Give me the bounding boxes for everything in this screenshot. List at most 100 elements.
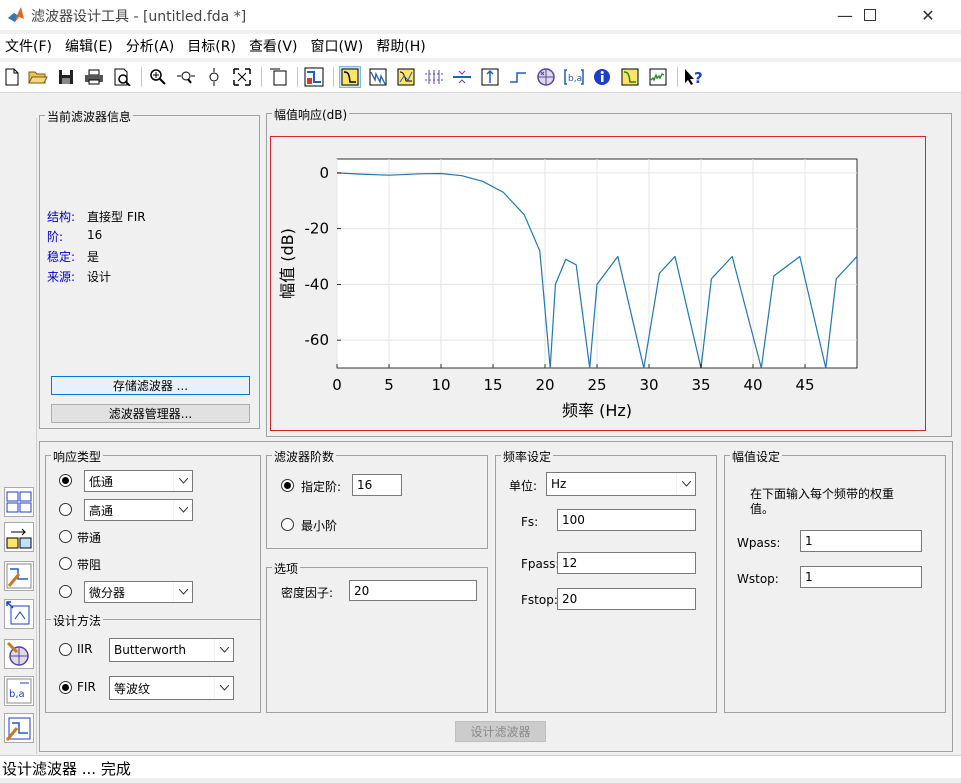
pole-zero-button[interactable]	[535, 66, 557, 88]
fir-label: FIR	[77, 680, 96, 694]
menu-help[interactable]: 帮助(H)	[371, 36, 433, 56]
iir-radio[interactable]	[59, 643, 72, 656]
order-value: 16	[87, 228, 103, 242]
sidebar-transform-button[interactable]	[4, 487, 34, 517]
iir-method-select[interactable]: Butterworth	[109, 638, 234, 662]
iir-label: IIR	[77, 642, 93, 656]
pole-zero-editor-icon	[6, 641, 29, 666]
noise-psd-button[interactable]	[647, 66, 669, 88]
lowpass-select[interactable]: 低通	[84, 470, 193, 492]
menu-analysis[interactable]: 分析(A)	[121, 36, 183, 56]
chevron-down-icon	[173, 500, 192, 520]
specify-order-label: 指定阶:	[301, 480, 342, 494]
filter-spec-icon	[304, 67, 324, 87]
menu-view[interactable]: 查看(V)	[244, 36, 306, 56]
minimum-order-radio[interactable]	[281, 518, 294, 531]
open-button[interactable]	[27, 66, 49, 88]
lowpass-radio[interactable]	[59, 474, 72, 487]
design-filter-button[interactable]: 设计滤波器	[455, 721, 546, 742]
fs-input[interactable]: 100	[557, 509, 696, 531]
fir-method-value: 等波纹	[114, 681, 151, 696]
menu-edit[interactable]: 编辑(E)	[60, 36, 121, 56]
zoom-y-icon	[209, 68, 219, 86]
menu-window[interactable]: 窗口(W)	[305, 36, 371, 56]
filter-spec-button[interactable]	[303, 66, 325, 88]
group-delay-button[interactable]	[423, 66, 445, 88]
coefficients-button[interactable]: b,a	[563, 66, 585, 88]
density-factor-input[interactable]: 20	[349, 580, 477, 601]
chevron-down-icon	[214, 639, 233, 661]
new-button[interactable]	[1, 66, 23, 88]
fstop-input[interactable]: 20	[557, 588, 696, 610]
fir-method-select[interactable]: 等波纹	[109, 676, 234, 700]
differentiator-select[interactable]: 微分器	[84, 581, 193, 603]
differentiator-radio[interactable]	[59, 585, 72, 598]
magnitude-icon	[341, 68, 359, 86]
x-tick-label: 15	[483, 376, 502, 394]
filter-info-panel: 当前滤波器信息 结构: 直接型 FIR 阶: 16 稳定: 是 来源: 设计 存…	[39, 108, 260, 429]
fpass-label: Fpass:	[521, 557, 560, 571]
bandstop-radio[interactable]	[59, 557, 72, 570]
magnitude-spec-title: 幅值设定	[730, 448, 783, 465]
step-icon	[510, 72, 526, 83]
phase-icon	[369, 68, 387, 86]
sidebar-structure-button[interactable]	[4, 522, 34, 552]
highpass-radio[interactable]	[59, 503, 72, 516]
whats-this-button[interactable]: ?	[683, 66, 705, 88]
matlab-app-icon	[7, 6, 25, 24]
design-method-title: 设计方法	[51, 612, 104, 629]
print-preview-button[interactable]	[111, 66, 133, 88]
wstop-label: Wstop:	[737, 572, 779, 586]
sidebar-multirate-button[interactable]: b,a	[4, 676, 34, 706]
options-panel: 选项 密度因子: 20	[266, 560, 488, 713]
svg-text:?: ?	[694, 69, 703, 87]
sidebar-import-button[interactable]	[4, 599, 34, 629]
title-bar: 滤波器设计工具 - [untitled.fda *] — ✕	[0, 0, 961, 30]
order-input[interactable]: 16	[352, 474, 402, 496]
fstop-label: Fstop:	[521, 593, 558, 607]
maximize-button[interactable]	[847, 0, 893, 30]
structure-value: 直接型 FIR	[87, 210, 146, 224]
chevron-down-icon	[676, 473, 695, 495]
fpass-input[interactable]: 12	[557, 552, 696, 574]
wstop-input[interactable]: 1	[800, 566, 922, 588]
bandpass-radio[interactable]	[59, 530, 72, 543]
impulse-icon	[481, 68, 499, 86]
highpass-select[interactable]: 高通	[84, 499, 193, 521]
design-method-panel: 设计方法 IIR Butterworth FIR 等波纹	[45, 612, 261, 713]
menu-file[interactable]: 文件(F)	[0, 36, 60, 56]
phase-button[interactable]	[367, 66, 389, 88]
window-title: 滤波器设计工具 - [untitled.fda *]	[31, 9, 247, 25]
zoom-y-button[interactable]	[203, 66, 225, 88]
full-view-button[interactable]	[231, 66, 253, 88]
step-button[interactable]	[507, 66, 529, 88]
menu-targets[interactable]: 目标(R)	[182, 36, 244, 56]
specify-order-radio[interactable]	[281, 479, 294, 492]
magnitude-button[interactable]	[339, 66, 361, 88]
filter-manager-button[interactable]: 滤波器管理器...	[51, 404, 250, 423]
impulse-button[interactable]	[479, 66, 501, 88]
sidebar-design-button[interactable]	[4, 561, 34, 591]
zoom-in-icon	[150, 69, 166, 85]
realize-model-icon	[6, 717, 31, 741]
plot-highlight-frame: 0 5 10 15 20 25 30 35 40 45 0 -20 -40 -60 频率 (Hz) 幅值 …	[270, 136, 926, 431]
print-button[interactable]	[83, 66, 105, 88]
zoom-in-button[interactable]	[147, 66, 169, 88]
wpass-label: Wpass:	[737, 536, 781, 550]
store-filter-button[interactable]: 存储滤波器 ...	[51, 376, 250, 395]
zoom-x-button[interactable]	[175, 66, 197, 88]
mag-phase-button[interactable]	[395, 66, 417, 88]
y-tick-label: -60	[305, 331, 330, 349]
save-button[interactable]	[55, 66, 77, 88]
magnitude-estimate-button[interactable]	[619, 66, 641, 88]
sidebar-pole-zero-editor-button[interactable]	[4, 639, 34, 669]
print-icon	[85, 69, 103, 85]
fir-radio[interactable]	[59, 681, 72, 694]
info-button[interactable]	[591, 66, 613, 88]
phase-delay-button[interactable]	[451, 66, 473, 88]
wpass-input[interactable]: 1	[800, 530, 922, 552]
close-button[interactable]: ✕	[905, 0, 951, 30]
sidebar-realize-model-button[interactable]	[4, 713, 34, 743]
units-select[interactable]: Hz	[546, 472, 696, 496]
new-figure-button[interactable]	[267, 66, 289, 88]
